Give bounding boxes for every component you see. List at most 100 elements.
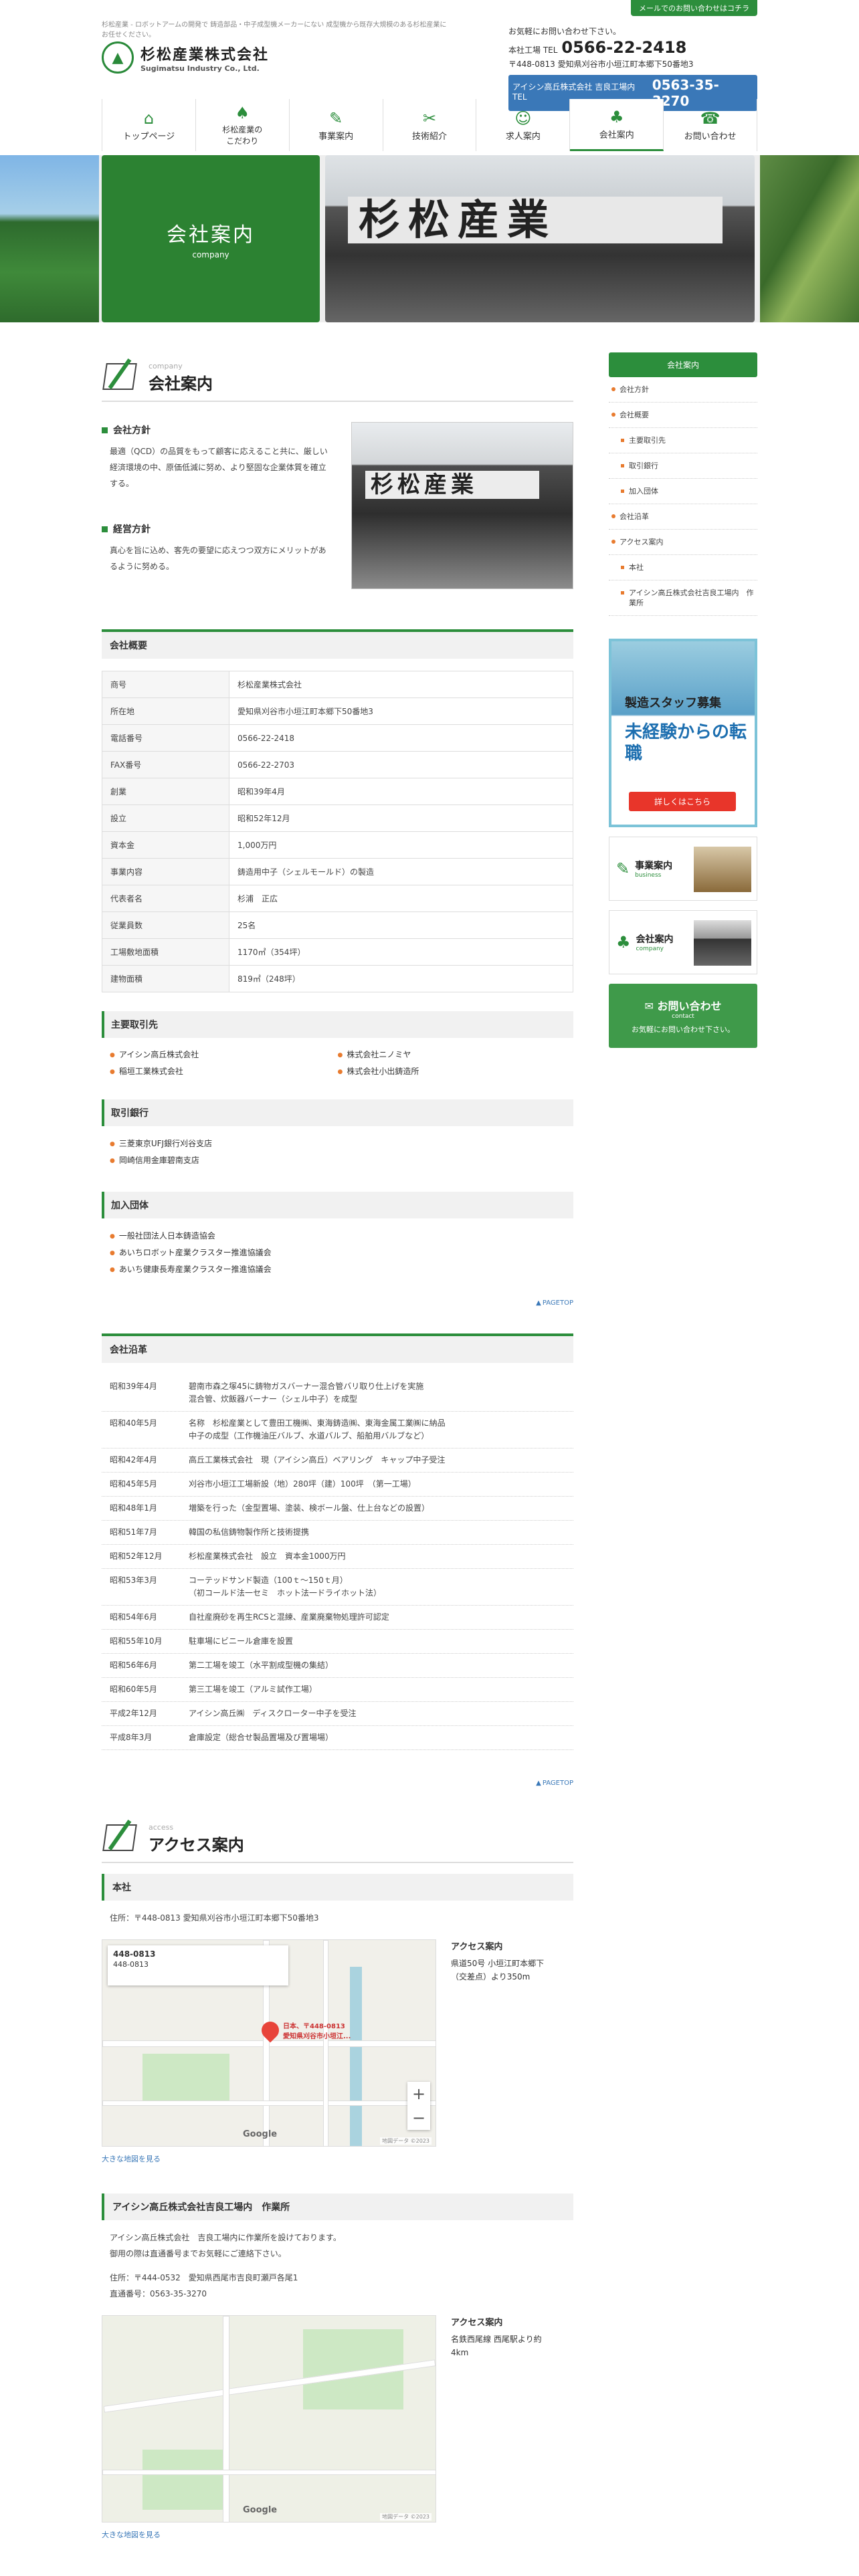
nav-company[interactable]: ♣ 会社案内 xyxy=(570,99,664,151)
nav-contact[interactable]: ☎ お問い合わせ xyxy=(664,99,758,151)
recruit-detail-button[interactable]: 詳しくはこちら xyxy=(629,792,736,811)
recruit-banner[interactable]: 製造スタッフ募集 未経験からの転職 詳しくはこちら xyxy=(609,639,757,827)
table-value: 0566-22-2703 xyxy=(229,751,573,778)
history-row: 昭和40年5月 名称 杉松産業として豊田工機㈱、東海鋳造㈱、東海金属工業㈱に納品 … xyxy=(102,1412,573,1448)
logo[interactable]: ▲ 杉松産業株式会社 Sugimatsu Industry Co., Ltd. xyxy=(102,41,269,74)
aisin-map[interactable]: Google 地図データ ©2023 xyxy=(102,2315,436,2523)
list-item: あいち健康長寿産業クラスター推進協議会 xyxy=(110,1261,565,1278)
history-title: 会社沿革 xyxy=(102,1336,573,1363)
history-date: 昭和52年12月 xyxy=(110,1551,163,1561)
history-event: 名称 杉松産業として豊田工機㈱、東海鋳造㈱、東海金属工業㈱に納品 中子の成型（工… xyxy=(189,1418,446,1440)
history-event: 倉庫設定（総合せ製品置場及び置場場） xyxy=(189,1733,334,1742)
table-value: 鋳造用中子（シェルモールド）の製造 xyxy=(229,858,573,885)
home-icon: ⌂ xyxy=(143,108,155,128)
history-date: 昭和48年1月 xyxy=(110,1503,157,1513)
nav-kodawari[interactable]: ♠ 杉松産業の こだわり xyxy=(196,99,290,151)
list-item: 稲垣工業株式会社 xyxy=(110,1065,338,1077)
history-row: 昭和54年6月 自社産廃砂を再生RCSと混練、産業廃棄物処理許可認定 xyxy=(102,1606,573,1630)
business-banner[interactable]: ✎ 事業案内 business xyxy=(609,837,757,901)
global-nav: ⌂ トップページ ♠ 杉松産業の こだわり ✎ 事業案内 ✂ 技術紹介 ☺ 求人案内 ♣ 会… xyxy=(102,99,758,151)
header-contact: お気軽にお問い合わせ下さい。 本社工場 TEL 0566-22-2418 〒448… xyxy=(508,25,757,111)
pagetop-link[interactable]: PAGETOP xyxy=(102,1299,573,1307)
large-map-link[interactable]: 大きな地図を見る xyxy=(102,2153,573,2164)
table-row: 従業員数 25名 xyxy=(102,911,573,939)
hq-access-note: アクセス案内 県道50号 小垣江町本郷下 （交差点）より350m xyxy=(451,1942,545,1981)
mail-icon: ✉ xyxy=(644,1000,658,1012)
edit-icon: ✎ xyxy=(616,859,630,878)
nav-business[interactable]: ✎ 事業案内 xyxy=(290,99,383,151)
history-date: 昭和42年4月 xyxy=(110,1455,157,1465)
honsha-label: 本社工場 TEL xyxy=(508,45,558,55)
people-icon: ☺ xyxy=(514,108,532,128)
company-banner[interactable]: ♣ 会社案内 company xyxy=(609,910,757,974)
large-map-link[interactable]: 大きな地図を見る xyxy=(102,2529,573,2540)
history-event: 碧南市森之塚45に鋳物ガスバーナー混合管バリ取り仕上げを実施 混合管、炊飯器バー… xyxy=(189,1382,424,1404)
table-key: FAX番号 xyxy=(102,751,229,778)
sidebar-head: 会社案内 xyxy=(609,352,757,377)
zoom-out-icon[interactable]: − xyxy=(412,2109,425,2127)
table-value: 1170㎡（354坪） xyxy=(229,938,573,966)
tree-icon: ♠ xyxy=(235,104,250,122)
logo-en: Sugimatsu Industry Co., Ltd. xyxy=(140,64,260,73)
tools-icon: ✂ xyxy=(422,108,437,128)
hero-title: 会社案内 xyxy=(167,223,255,247)
zoom-in-icon[interactable]: + xyxy=(412,2084,425,2103)
history-row: 昭和60年5月 第三工場を竣工（アルミ試作工場） xyxy=(102,1678,573,1702)
factory-icon: ♣ xyxy=(616,933,631,952)
nav-home[interactable]: ⌂ トップページ xyxy=(102,99,196,151)
table-key: 電話番号 xyxy=(102,724,229,752)
table-key: 所在地 xyxy=(102,697,229,725)
contact-banner[interactable]: ✉ お問い合わせ contact お気軽にお問い合わせ下さい。 xyxy=(609,984,757,1048)
history-event: アイシン高丘㈱ ディスクローター中子を受注 xyxy=(189,1709,357,1718)
history-date: 昭和60年5月 xyxy=(110,1685,157,1694)
table-key: 商号 xyxy=(102,671,229,698)
history-list: 昭和39年4月 碧南市森之塚45に鋳物ガスバーナー混合管バリ取り仕上げを実施 混合… xyxy=(102,1375,573,1750)
sidebar-item[interactable]: 会社沿革 xyxy=(609,504,757,530)
assoc-title: 加入団体 xyxy=(102,1192,573,1218)
list-item: 株式会社小出鋳造所 xyxy=(338,1065,566,1077)
tagline: 杉松産業 - ロボットアームの開発で 鋳造部品・中子成型機メーカーにない 成型機… xyxy=(102,21,447,39)
table-key: 従業員数 xyxy=(102,911,229,939)
hero: 会社案内 company 杉松産業 xyxy=(0,155,859,322)
table-key: 建物面積 xyxy=(102,965,229,992)
sidebar-item[interactable]: 取引銀行 xyxy=(609,453,757,479)
sidebar-item[interactable]: アクセス案内 xyxy=(609,530,757,555)
hero-factory-photo: 杉松産業 xyxy=(325,155,755,322)
factory-photo: 杉松産業 xyxy=(351,422,573,589)
sidebar-item[interactable]: 主要取引先 xyxy=(609,428,757,453)
nav-technology[interactable]: ✂ 技術紹介 xyxy=(383,99,477,151)
history-row: 昭和45年5月 刈谷市小垣江工場新設（地）280坪（建）100坪 （第一工場） xyxy=(102,1473,573,1497)
factory-sign: 杉松産業 xyxy=(348,197,723,243)
history-date: 昭和56年6月 xyxy=(110,1660,157,1670)
map-pin-icon[interactable] xyxy=(258,2018,283,2043)
history-date: 平成2年12月 xyxy=(110,1709,157,1718)
list-item: 株式会社ニノミヤ xyxy=(338,1049,566,1060)
pagetop-link[interactable]: PAGETOP xyxy=(102,1780,573,1787)
honsha-tel[interactable]: 0566-22-2418 xyxy=(561,38,686,57)
sidebar-item[interactable]: 本社 xyxy=(609,555,757,580)
mail-contact-button[interactable]: メールでのお問い合わせはコチラ xyxy=(631,0,757,16)
header-address: 〒448-0813 愛知県刈谷市小垣江町本郷下50番地3 xyxy=(508,60,694,69)
hq-map[interactable]: 448-0813 448-0813 日本、〒448-0813 愛知県刈谷市小垣江… xyxy=(102,1939,436,2147)
table-value: 昭和39年4月 xyxy=(229,778,573,805)
nav-recruit[interactable]: ☺ 求人案内 xyxy=(476,99,571,151)
aisin-site-text: アイシン高丘株式会社 吉良工場内に作業所を設けております。 御用の際は直通番号ま… xyxy=(110,2233,341,2298)
list-item: 三菱東京UFJ銀行刈谷支店 xyxy=(110,1136,565,1152)
policy-section: 会社方針 最適（QCD）の品質をもって顧客に応えること共に、厳しい経済環境の中、… xyxy=(102,417,573,589)
sidebar-item[interactable]: 加入団体 xyxy=(609,479,757,504)
sidebar-item[interactable]: アイシン高丘株式会社吉良工場内 作業所 xyxy=(609,580,757,616)
history-event: 韓国の私信鋳物製作所と技術提携 xyxy=(189,1527,310,1537)
map-zoom-control[interactable]: + − xyxy=(407,2082,430,2130)
sidebar-item[interactable]: 会社概要 xyxy=(609,403,757,428)
overview-section: 会社概要 商号 杉松産業株式会社 所在地 愛知県刈谷市小垣江町本郷下50番地3 電話番号… xyxy=(102,629,573,1307)
table-row: 代表者名 杉浦 正広 xyxy=(102,885,573,912)
clients-list: アイシン高丘株式会社 株式会社ニノミヤ 稲垣工業株式会社 株式会社小出鋳造所 xyxy=(102,1038,573,1081)
table-key: 事業内容 xyxy=(102,858,229,885)
google-logo: Google xyxy=(243,2129,278,2139)
biz-policy-title: 経営方針 xyxy=(102,522,332,536)
table-row: 電話番号 0566-22-2418 xyxy=(102,724,573,752)
sidebar-item[interactable]: 会社方針 xyxy=(609,377,757,403)
table-key: 設立 xyxy=(102,804,229,832)
table-row: 事業内容 鋳造用中子（シェルモールド）の製造 xyxy=(102,858,573,885)
aisin-site-title: アイシン高丘株式会社吉良工場内 作業所 xyxy=(102,2193,573,2220)
